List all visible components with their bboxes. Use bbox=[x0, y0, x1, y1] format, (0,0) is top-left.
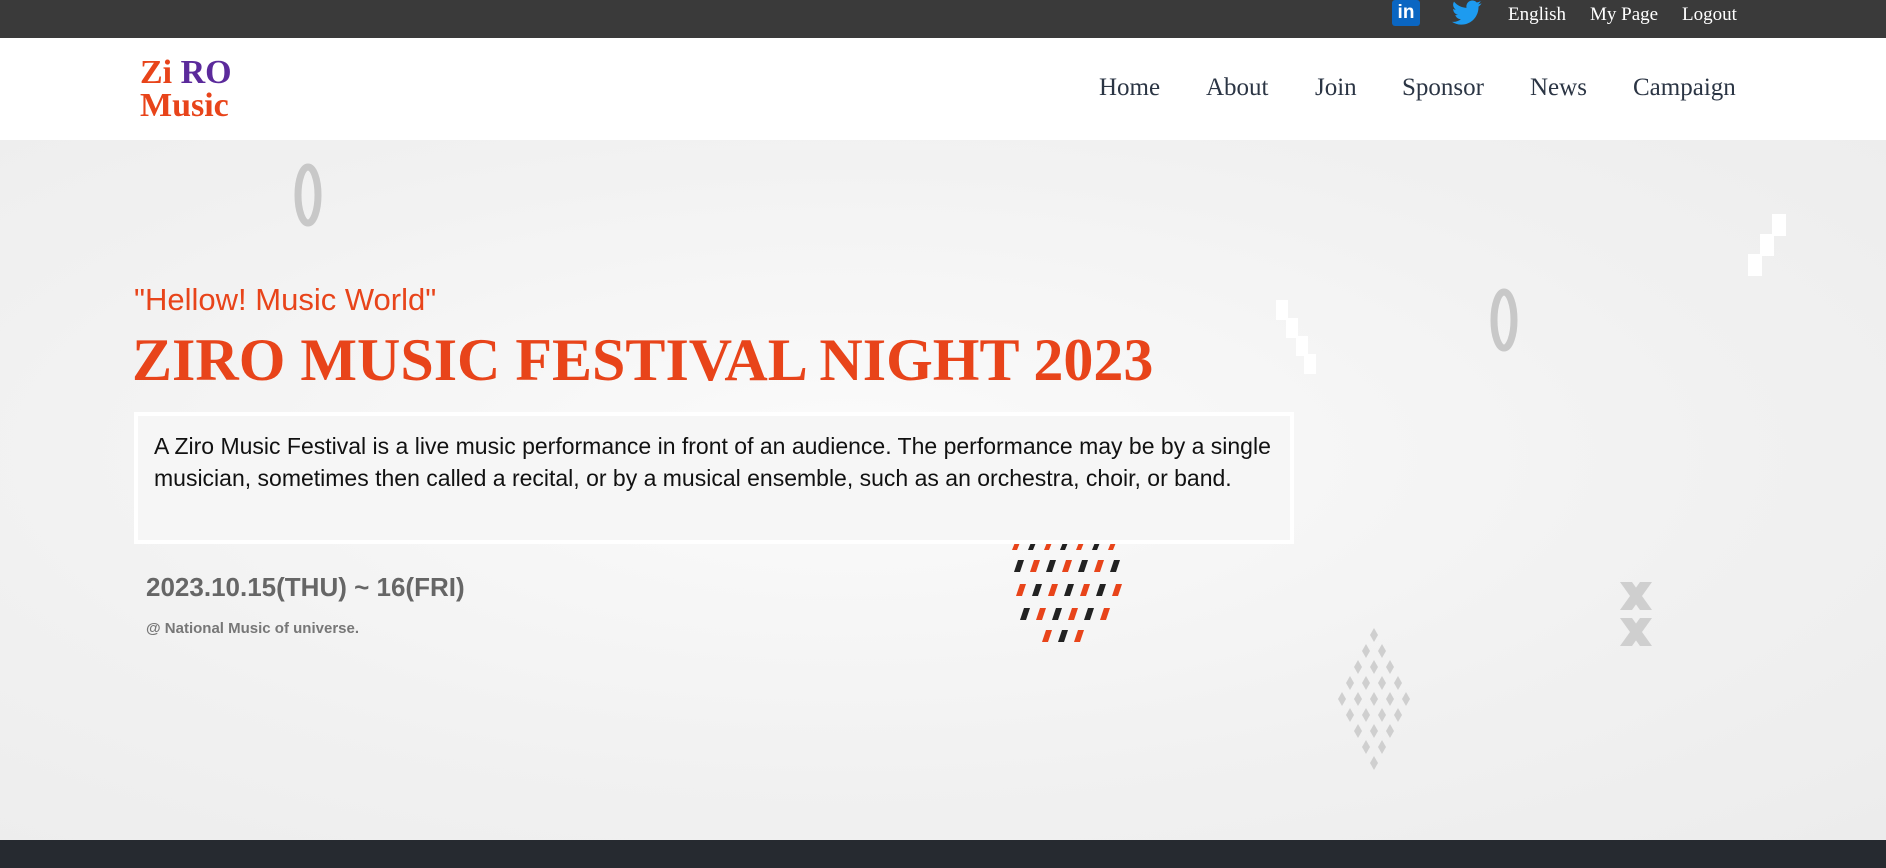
language-link[interactable]: English bbox=[1508, 4, 1566, 26]
decorative-ring-right bbox=[1490, 288, 1518, 352]
nav-news[interactable]: News bbox=[1530, 74, 1587, 102]
linkedin-icon[interactable]: in bbox=[1392, 0, 1420, 26]
logo-ro: RO bbox=[180, 54, 232, 91]
decorative-steps-right bbox=[1748, 214, 1786, 276]
decorative-cross bbox=[1620, 582, 1652, 646]
nav-about[interactable]: About bbox=[1206, 74, 1269, 102]
site-logo[interactable]: Zi RO Music bbox=[140, 54, 232, 124]
footer-band bbox=[0, 840, 1886, 868]
decorative-ring-left bbox=[294, 163, 322, 227]
logout-link[interactable]: Logout bbox=[1682, 4, 1737, 26]
site-header: Zi RO Music Home About Join Sponsor News… bbox=[0, 38, 1886, 140]
my-page-link[interactable]: My Page bbox=[1590, 4, 1658, 26]
top-utility-bar: in English My Page Logout bbox=[0, 0, 1886, 38]
nav-sponsor[interactable]: Sponsor bbox=[1402, 74, 1484, 102]
hero-banner: "Hellow! Music World" ZIRO MUSIC FESTIVA… bbox=[0, 140, 1886, 840]
nav-campaign[interactable]: Campaign bbox=[1633, 74, 1736, 102]
twitter-icon[interactable] bbox=[1452, 0, 1482, 26]
festival-title: ZIRO MUSIC FESTIVAL NIGHT 2023 bbox=[132, 327, 1154, 393]
decorative-diamond-grid bbox=[1338, 628, 1410, 770]
decorative-steps-mid bbox=[1276, 300, 1316, 374]
nav-home[interactable]: Home bbox=[1099, 74, 1160, 102]
festival-description: A Ziro Music Festival is a live music pe… bbox=[134, 412, 1294, 544]
nav-join[interactable]: Join bbox=[1315, 74, 1357, 102]
festival-dates: 2023.10.15(THU) ~ 16(FRI) bbox=[146, 572, 465, 602]
decorative-pattern-redblack bbox=[1012, 540, 1122, 642]
hero-tagline: "Hellow! Music World" bbox=[134, 282, 437, 317]
logo-music: Music bbox=[140, 87, 229, 124]
festival-venue: @ National Music of universe. bbox=[146, 620, 360, 637]
logo-zi: Zi bbox=[140, 54, 173, 91]
